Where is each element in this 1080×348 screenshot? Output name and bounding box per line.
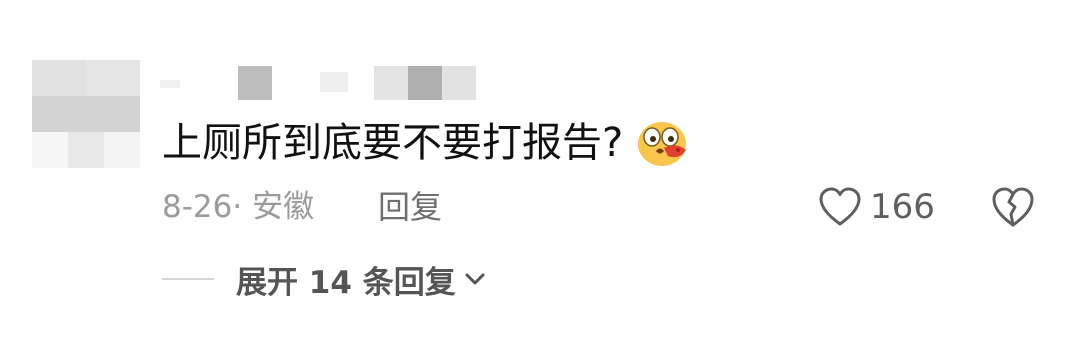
username-blur-block [408, 66, 442, 100]
chevron-down-icon [465, 273, 485, 285]
expand-replies-button[interactable]: 展开 14 条回复 [162, 258, 486, 301]
avatar[interactable] [32, 60, 140, 168]
username-blur-block [442, 66, 476, 100]
divider-line [162, 278, 214, 280]
username-blur-block [238, 66, 272, 100]
avatar-blur-block [104, 132, 140, 168]
avatar-blur-block [32, 96, 140, 132]
expand-replies-label: 展开 14 条回复 [236, 264, 456, 301]
hushed-face-emoji-icon [638, 122, 686, 166]
like-button[interactable]: 166 [818, 184, 935, 230]
avatar-blur-block [68, 132, 104, 168]
heart-outline-icon [819, 187, 861, 226]
broken-heart-icon[interactable] [990, 186, 1036, 228]
username-blur-block [374, 66, 408, 100]
username-blurred[interactable] [160, 66, 500, 100]
avatar-blur-block [32, 60, 86, 96]
like-count: 166 [870, 187, 935, 227]
reply-button[interactable]: 回复 [378, 186, 442, 228]
avatar-blur-block [86, 60, 140, 96]
username-blur-block [320, 72, 348, 92]
avatar-blur-block [32, 132, 68, 168]
comment-text: 上厕所到底要不要打报告? [162, 120, 624, 166]
username-blur-block [160, 80, 180, 88]
comment-date-location: 8-26· 安徽 [162, 189, 315, 225]
